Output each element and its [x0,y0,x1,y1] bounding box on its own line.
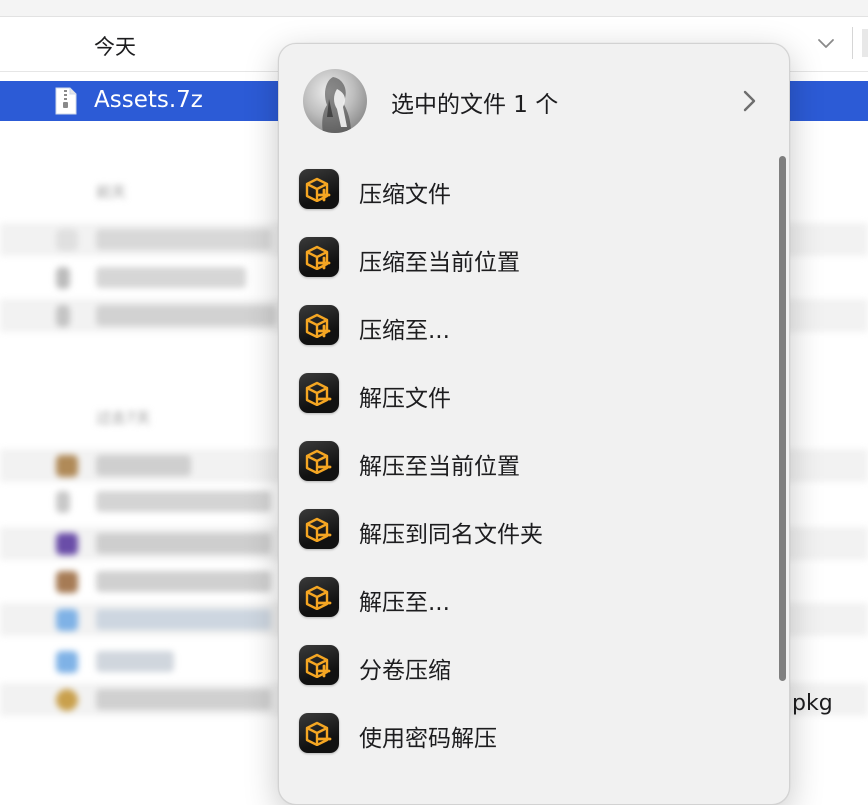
blurred-file-name: . [96,267,246,288]
blurred-file-name: . [96,571,271,592]
extract-icon [299,509,339,549]
extract-icon [299,373,339,413]
file-icon [56,491,70,513]
blurred-file-name: . [96,609,271,630]
file-icon [56,305,70,327]
column-divider [852,27,853,59]
menu-item-split-compress[interactable]: 分卷压缩 [279,632,789,700]
menu-item-label: 压缩文件 [359,182,451,208]
blurred-file-name: . [96,491,271,512]
file-icon [56,229,78,251]
menu-item-extract-to-folder[interactable]: 解压到同名文件夹 [279,496,789,564]
menu-header-selected-files[interactable]: 选中的文件 1 个 [279,44,789,156]
section-header: 过去7天 [96,409,151,427]
selected-file-name: Assets.7z [94,87,203,113]
file-icon [56,533,78,555]
compress-icon [299,645,339,685]
menu-item-label: 压缩至... [359,318,450,344]
file-icon [56,455,78,477]
group-header-title: 今天 [94,35,136,59]
toolbar-strip [0,0,868,17]
file-icon [56,571,78,593]
menu-scrollbar[interactable] [779,156,786,681]
extract-icon [299,441,339,481]
menu-item-compress-file[interactable]: 压缩文件 [279,156,789,224]
menu-item-label: 解压文件 [359,386,451,412]
file-icon [56,267,70,289]
menu-item-compress-to[interactable]: 压缩至... [279,292,789,360]
blurred-file-name: . [96,533,271,554]
archive-file-icon [55,87,77,115]
blurred-file-name: . [96,689,271,710]
blurred-file-name: . [96,305,276,326]
blurred-file-name: . [96,651,174,672]
section-header: 前天 [96,183,127,201]
chevron-down-icon[interactable] [816,33,836,53]
menu-item-label: 解压到同名文件夹 [359,522,543,548]
extract-icon [299,713,339,753]
menu-item-label: 压缩至当前位置 [359,250,520,276]
compress-icon [299,305,339,345]
blurred-file-name: . [96,455,191,476]
menu-item-compress-here[interactable]: 压缩至当前位置 [279,224,789,292]
compress-icon [299,237,339,277]
menu-item-extract-file[interactable]: 解压文件 [279,360,789,428]
blurred-file-name: . [96,229,271,250]
menu-item-label: 使用密码解压 [359,726,497,752]
chevron-right-icon[interactable] [741,89,757,113]
menu-header-title: 选中的文件 1 个 [391,92,559,118]
menu-item-label: 解压至当前位置 [359,454,520,480]
compress-icon [299,169,339,209]
user-avatar-icon [303,69,367,133]
file-icon [56,689,78,711]
menu-item-label: 解压至... [359,590,450,616]
menu-item-label: 分卷压缩 [359,658,451,684]
menu-item-extract-with-password[interactable]: 使用密码解压 [279,700,789,768]
file-extension-text: pkg [792,691,833,716]
folder-icon [56,609,78,631]
folder-icon [56,651,78,673]
column-edge [862,29,868,57]
menu-item-extract-to[interactable]: 解压至... [279,564,789,632]
extract-icon [299,577,339,617]
menu-item-extract-here[interactable]: 解压至当前位置 [279,428,789,496]
context-menu: 选中的文件 1 个 压缩文件 压缩至当前位置 压缩至... 解压文件 解压至当前… [278,43,790,805]
